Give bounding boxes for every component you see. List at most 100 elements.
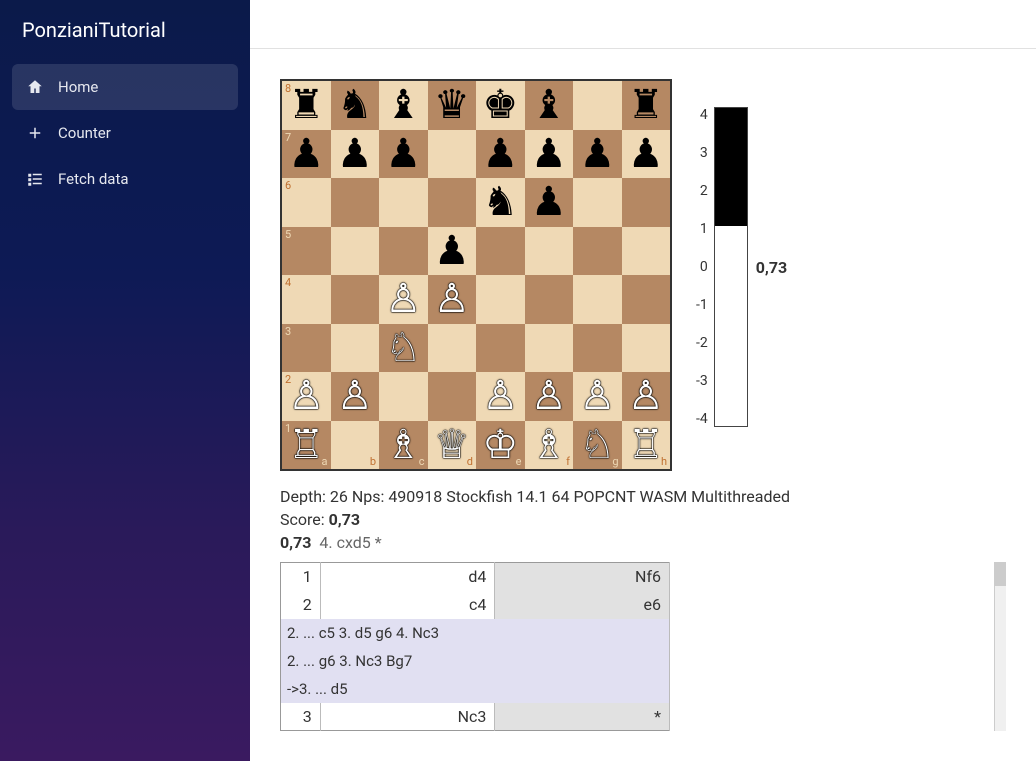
board-square[interactable]: ♝	[525, 81, 574, 130]
board-square[interactable]	[379, 227, 428, 276]
piece[interactable]: ♝	[531, 85, 567, 125]
board-square[interactable]: ♘g	[573, 421, 622, 470]
board-square[interactable]	[622, 227, 671, 276]
piece[interactable]: ♞	[337, 85, 373, 125]
board-square[interactable]: ♟7	[282, 130, 331, 179]
board-square[interactable]: ♜	[622, 81, 671, 130]
piece[interactable]: ♘	[385, 328, 421, 368]
piece[interactable]: ♞	[482, 182, 518, 222]
piece[interactable]: ♟	[579, 134, 615, 174]
piece[interactable]: ♗	[385, 425, 421, 465]
board-square[interactable]	[331, 275, 380, 324]
piece[interactable]: ♟	[385, 134, 421, 174]
board-square[interactable]	[573, 81, 622, 130]
board-square[interactable]: ♗c	[379, 421, 428, 470]
move-row[interactable]: 3Nc3*	[281, 703, 670, 731]
piece[interactable]: ♜	[288, 85, 324, 125]
piece[interactable]: ♔	[482, 425, 518, 465]
piece[interactable]: ♟	[531, 182, 567, 222]
board-square[interactable]: ♟	[428, 227, 477, 276]
board-square[interactable]: ♕d	[428, 421, 477, 470]
board-square[interactable]: ♟	[525, 178, 574, 227]
board-square[interactable]: ♙	[525, 372, 574, 421]
board-square[interactable]: ♗f	[525, 421, 574, 470]
board-square[interactable]: ♖1a	[282, 421, 331, 470]
board-square[interactable]: ♟	[573, 130, 622, 179]
piece[interactable]: ♜	[628, 85, 664, 125]
board-square[interactable]: ♙	[622, 372, 671, 421]
board-square[interactable]: 3	[282, 324, 331, 373]
piece[interactable]: ♙	[482, 376, 518, 416]
board-square[interactable]	[331, 178, 380, 227]
variation-line[interactable]: 2. ... g6 3. Nc3 Bg7	[281, 647, 670, 675]
variation-line[interactable]: ->3. ... d5	[281, 675, 670, 703]
board-square[interactable]	[428, 324, 477, 373]
sidebar-item-home[interactable]: Home	[12, 64, 238, 110]
piece[interactable]: ♙	[628, 376, 664, 416]
move-row[interactable]: 2c4e6	[281, 591, 670, 619]
piece[interactable]: ♛	[434, 85, 470, 125]
black-move[interactable]: *	[495, 703, 670, 731]
board-square[interactable]: ♘	[379, 324, 428, 373]
board-square[interactable]: ♔e	[476, 421, 525, 470]
piece[interactable]: ♕	[434, 425, 470, 465]
board-square[interactable]	[428, 372, 477, 421]
board-square[interactable]	[428, 178, 477, 227]
chessboard[interactable]: ♜8♞♝♛♚♝♜♟7♟♟♟♟♟♟6♞♟5♟4♙♙3♘♙2♙♙♙♙♙♖1ab♗c♕…	[280, 79, 672, 471]
board-square[interactable]: ♜8	[282, 81, 331, 130]
board-square[interactable]: ♝	[379, 81, 428, 130]
board-square[interactable]: ♞	[331, 81, 380, 130]
board-square[interactable]: ♟	[476, 130, 525, 179]
piece[interactable]: ♙	[288, 376, 324, 416]
piece[interactable]: ♟	[531, 134, 567, 174]
board-square[interactable]	[331, 227, 380, 276]
board-square[interactable]: ♙	[379, 275, 428, 324]
board-square[interactable]	[379, 372, 428, 421]
piece[interactable]: ♝	[385, 85, 421, 125]
board-square[interactable]: ♛	[428, 81, 477, 130]
scrollbar[interactable]	[994, 562, 1006, 731]
board-square[interactable]	[525, 324, 574, 373]
piece[interactable]: ♟	[337, 134, 373, 174]
board-square[interactable]	[476, 227, 525, 276]
board-square[interactable]: ♙2	[282, 372, 331, 421]
board-square[interactable]	[379, 178, 428, 227]
piece[interactable]: ♗	[531, 425, 567, 465]
board-square[interactable]	[622, 178, 671, 227]
board-square[interactable]	[331, 324, 380, 373]
board-square[interactable]: ♟	[525, 130, 574, 179]
board-square[interactable]: ♙	[331, 372, 380, 421]
board-square[interactable]: ♚	[476, 81, 525, 130]
board-square[interactable]: ♙	[573, 372, 622, 421]
piece[interactable]: ♖	[628, 425, 664, 465]
piece[interactable]: ♚	[482, 85, 518, 125]
board-square[interactable]: ♟	[622, 130, 671, 179]
scroll-thumb[interactable]	[995, 562, 1006, 586]
board-square[interactable]	[476, 275, 525, 324]
sidebar-item-counter[interactable]: Counter	[12, 110, 238, 156]
board-square[interactable]	[573, 324, 622, 373]
board-square[interactable]	[476, 324, 525, 373]
board-square[interactable]: ♙	[428, 275, 477, 324]
piece[interactable]: ♙	[434, 279, 470, 319]
move-row[interactable]: 1d4Nf6	[281, 563, 670, 591]
board-square[interactable]	[622, 275, 671, 324]
board-square[interactable]	[525, 275, 574, 324]
piece[interactable]: ♙	[385, 279, 421, 319]
board-square[interactable]: ♖h	[622, 421, 671, 470]
board-square[interactable]: 5	[282, 227, 331, 276]
piece[interactable]: ♟	[482, 134, 518, 174]
board-square[interactable]	[573, 275, 622, 324]
board-square[interactable]: ♞	[476, 178, 525, 227]
piece[interactable]: ♙	[579, 376, 615, 416]
piece[interactable]: ♘	[579, 425, 615, 465]
white-move[interactable]: d4	[320, 563, 495, 591]
board-square[interactable]	[622, 324, 671, 373]
piece[interactable]: ♟	[628, 134, 664, 174]
piece[interactable]: ♟	[434, 231, 470, 271]
board-square[interactable]: ♟	[379, 130, 428, 179]
black-move[interactable]: e6	[495, 591, 670, 619]
piece[interactable]: ♙	[531, 376, 567, 416]
board-square[interactable]	[573, 178, 622, 227]
board-square[interactable]: b	[331, 421, 380, 470]
